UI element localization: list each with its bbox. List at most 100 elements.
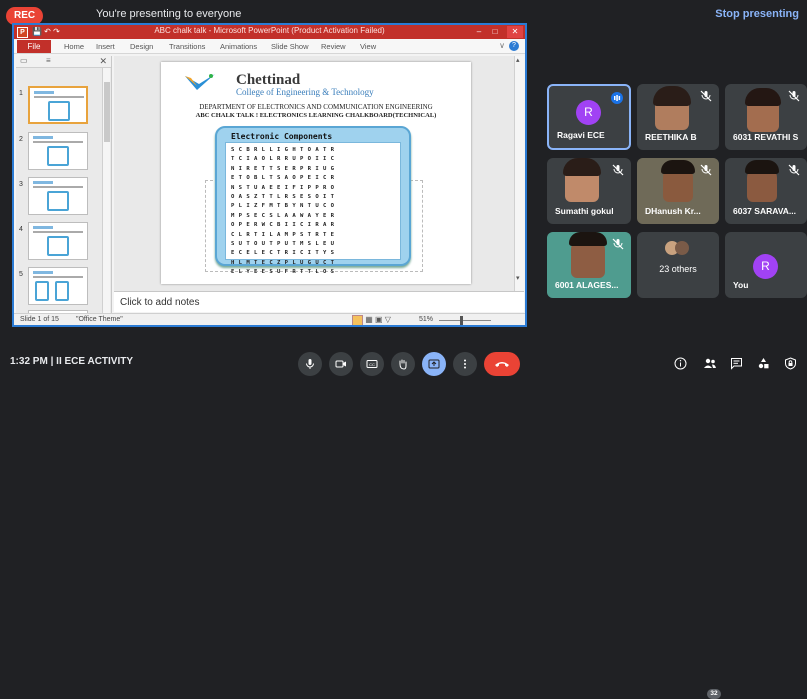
tab-file[interactable]: File xyxy=(17,40,51,53)
meeting-time: 1:32 PM xyxy=(10,356,48,367)
ppt-status-bar: Slide 1 of 15 "Office Theme" ▦ ▣ ▽ 51% xyxy=(14,313,525,325)
zoom-level: 51% xyxy=(419,316,434,323)
slide-number: 5 xyxy=(19,271,23,278)
svg-text:CC: CC xyxy=(369,362,375,367)
normal-view-icon[interactable] xyxy=(352,315,363,325)
powerpoint-window: P 💾 ↶ ↷ ABC chalk talk - Microsoft Power… xyxy=(12,23,527,327)
slide-thumbnail-2[interactable] xyxy=(28,132,88,170)
slide-scrollbar[interactable]: ▴ ▾ xyxy=(514,56,524,291)
captions-button[interactable]: CC xyxy=(360,352,384,376)
present-button[interactable] xyxy=(422,352,446,376)
microphone-icon xyxy=(306,359,314,369)
notes-placeholder: Click to add notes xyxy=(120,297,200,308)
tab-insert[interactable]: Insert xyxy=(96,42,115,51)
end-call-button[interactable] xyxy=(484,352,520,376)
close-icon[interactable]: ✕ xyxy=(507,26,523,38)
chat-button[interactable] xyxy=(728,355,744,371)
participant-tile-others[interactable]: 23 others xyxy=(637,232,719,298)
tab-transitions[interactable]: Transitions xyxy=(169,42,205,51)
participant-hair xyxy=(569,232,607,246)
hang-up-icon xyxy=(495,362,509,367)
scroll-up-icon[interactable]: ▴ xyxy=(516,56,520,64)
tab-animations[interactable]: Animations xyxy=(220,42,257,51)
college-subtitle: College of Engineering & Technology xyxy=(236,87,374,97)
others-count: 23 others xyxy=(659,264,697,274)
participant-tile-sumathi[interactable]: Sumathi gokul xyxy=(547,158,631,224)
slide-thumbnail-5[interactable] xyxy=(28,267,88,305)
slide-number: 3 xyxy=(19,181,23,188)
slide-counter: Slide 1 of 15 xyxy=(20,316,59,323)
thumbnails-header: ▭ ≡ ✕ xyxy=(16,56,111,68)
captions-icon: CC xyxy=(366,360,378,368)
board-title: Electronic Components xyxy=(231,132,333,141)
people-icon xyxy=(704,358,716,368)
participant-name: 6031 REVATHI S xyxy=(733,132,799,142)
participant-tile-revathi[interactable]: 6031 REVATHI S xyxy=(725,84,807,150)
info-icon xyxy=(674,357,686,369)
participant-tile-reethika[interactable]: REETHIKA B xyxy=(637,84,719,150)
stop-presenting-button[interactable]: Stop presenting xyxy=(715,8,799,20)
activities-icon xyxy=(758,357,768,368)
raise-hand-button[interactable] xyxy=(391,352,415,376)
host-controls-button[interactable] xyxy=(782,355,798,371)
zoom-slider-thumb[interactable] xyxy=(460,316,463,325)
separator: | xyxy=(50,356,54,367)
meeting-details-button[interactable] xyxy=(672,355,688,371)
camera-icon xyxy=(335,360,346,368)
camera-button[interactable] xyxy=(329,352,353,376)
meeting-time-and-name: 1:32 PM | II ECE ACTIVITY xyxy=(10,356,133,367)
participant-name: REETHIKA B xyxy=(645,132,697,142)
outline-tab-icon[interactable]: ≡ xyxy=(46,56,51,65)
notes-pane[interactable]: Click to add notes xyxy=(114,291,524,312)
people-button[interactable] xyxy=(702,355,718,371)
word-search-board: Electronic Components SCBRLLIGHTOATR TCI… xyxy=(215,126,411,275)
minimize-icon[interactable]: – xyxy=(471,26,487,38)
zoom-slider[interactable] xyxy=(439,320,491,321)
scroll-down-icon[interactable]: ▾ xyxy=(516,274,520,282)
help-icon[interactable]: ? xyxy=(509,41,519,51)
close-pane-icon[interactable]: ✕ xyxy=(99,56,107,67)
participant-name: DHanush Kr... xyxy=(645,206,701,216)
tab-view[interactable]: View xyxy=(360,42,376,51)
slides-tab-icon[interactable]: ▭ xyxy=(20,56,28,65)
participant-tile-ragavi[interactable]: R Ragavi ECE xyxy=(547,84,631,150)
participant-tile-alagesan[interactable]: 6001 ALAGES... xyxy=(547,232,631,298)
shield-lock-icon xyxy=(784,356,796,370)
slide-thumbnail-4[interactable] xyxy=(28,222,88,260)
participant-name: 6037 SARAVA... xyxy=(733,206,796,216)
tab-slide-show[interactable]: Slide Show xyxy=(271,42,309,51)
mic-off-icon xyxy=(788,90,800,102)
collapse-ribbon-icon[interactable]: ∨ xyxy=(499,41,505,50)
mic-off-icon xyxy=(612,238,624,250)
participant-tile-you[interactable]: R You xyxy=(725,232,807,298)
slide-thumbnail-1[interactable] xyxy=(28,86,88,124)
mic-off-icon xyxy=(788,164,800,176)
maximize-icon[interactable]: □ xyxy=(487,26,503,38)
thumbnails-scrollbar[interactable] xyxy=(102,68,110,314)
tab-home[interactable]: Home xyxy=(64,42,84,51)
others-avatar-2 xyxy=(675,241,689,255)
participant-name: Sumathi gokul xyxy=(555,206,614,216)
tab-review[interactable]: Review xyxy=(321,42,346,51)
avatar: R xyxy=(576,100,601,125)
participant-tile-saravanan[interactable]: 6037 SARAVA... xyxy=(725,158,807,224)
presenting-status: You're presenting to everyone xyxy=(96,8,242,20)
ppt-window-title: ABC chalk talk - Microsoft PowerPoint (P… xyxy=(154,26,385,35)
view-buttons[interactable]: ▦ ▣ ▽ xyxy=(352,315,412,325)
chat-icon xyxy=(730,357,742,370)
participant-hair xyxy=(661,160,695,174)
microphone-button[interactable] xyxy=(298,352,322,376)
slide-thumbnail-3[interactable] xyxy=(28,177,88,215)
current-slide[interactable]: Chettinad College of Engineering & Techn… xyxy=(161,62,471,284)
participant-hair xyxy=(563,158,601,176)
participant-hair xyxy=(653,86,691,106)
ribbon-tabs: File Home Insert Design Transitions Anim… xyxy=(14,39,525,54)
mic-off-icon xyxy=(612,164,624,176)
slide-number: 1 xyxy=(19,90,23,97)
ppt-title-bar: P 💾 ↶ ↷ ABC chalk talk - Microsoft Power… xyxy=(14,25,525,39)
more-options-button[interactable] xyxy=(453,352,477,376)
more-vert-icon xyxy=(464,359,466,369)
participant-tile-dhanush[interactable]: DHanush Kr... xyxy=(637,158,719,224)
activities-button[interactable] xyxy=(755,355,771,371)
tab-design[interactable]: Design xyxy=(130,42,153,51)
